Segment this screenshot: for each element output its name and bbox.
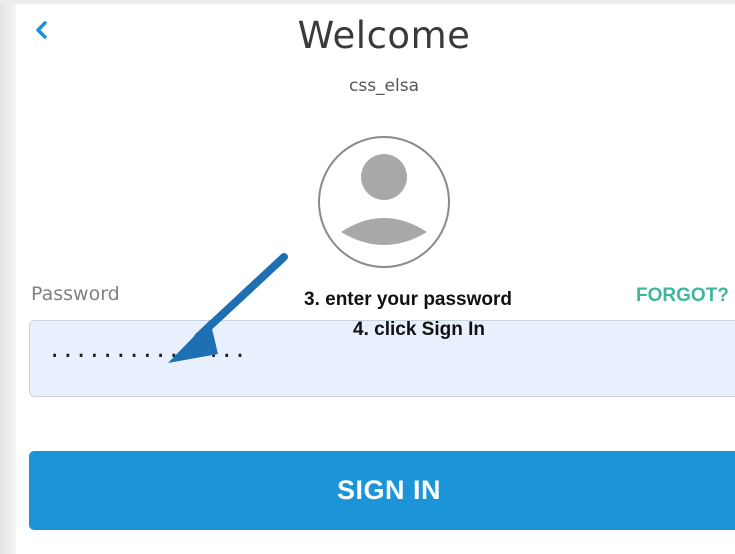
annotation-step-4: 4. click Sign In (353, 319, 485, 340)
pointer-arrow-icon (168, 253, 288, 363)
username-label: css_elsa (348, 76, 420, 96)
user-avatar-icon (318, 136, 450, 268)
sign-in-button[interactable]: SIGN IN (29, 451, 735, 530)
password-label: Password (31, 283, 120, 305)
back-button[interactable] (30, 16, 60, 46)
page-title: Welcome (297, 14, 471, 57)
login-screen: Welcome css_elsa Password FORGOT? ......… (0, 0, 735, 554)
annotation-step-3: 3. enter your password (304, 289, 513, 310)
window-edge-top (0, 0, 735, 4)
avatar (317, 135, 451, 269)
sign-in-label: SIGN IN (336, 475, 441, 505)
chevron-left-icon (36, 21, 47, 39)
forgot-password-link[interactable]: FORGOT? (636, 285, 729, 307)
window-edge (0, 0, 16, 554)
